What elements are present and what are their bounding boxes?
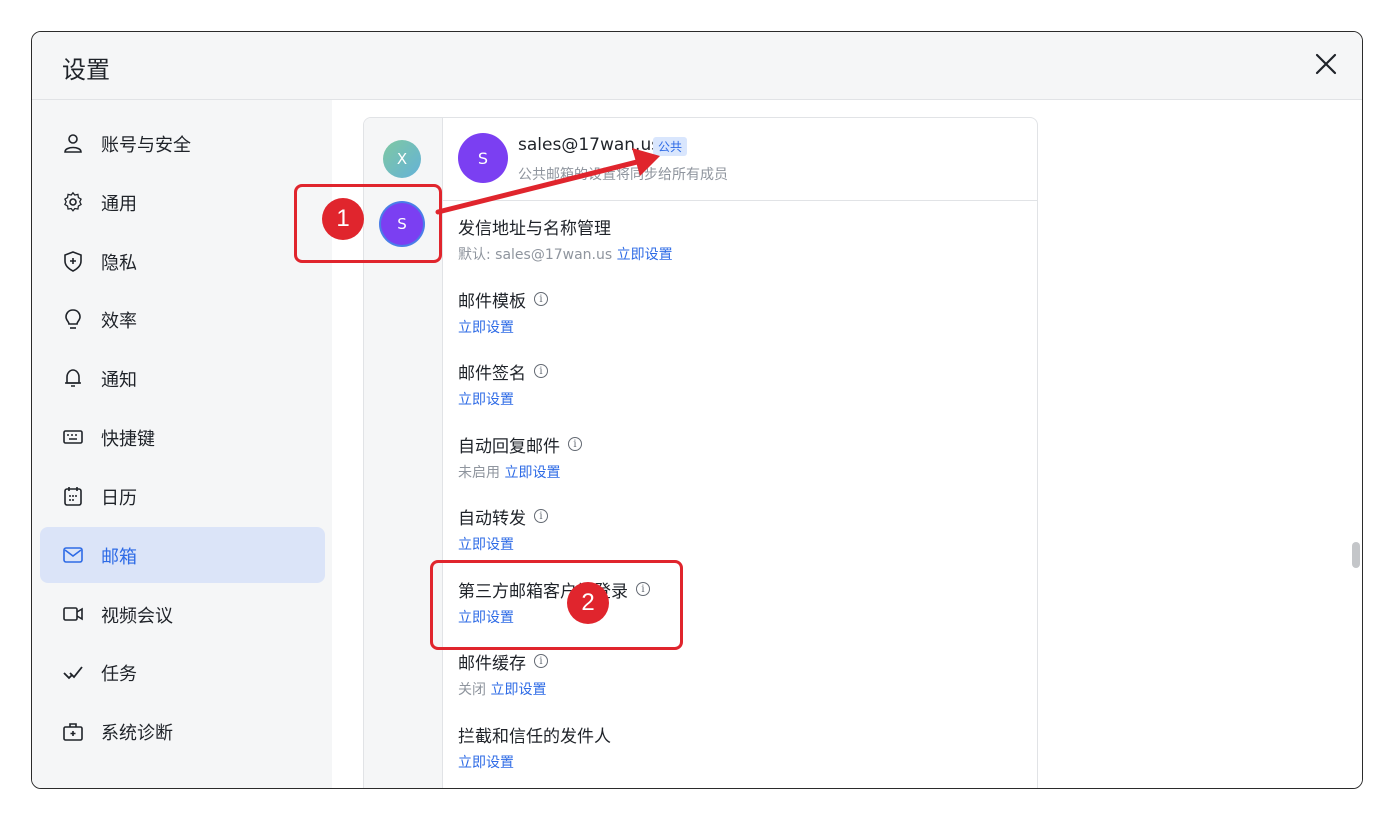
setup-link[interactable]: 立即设置 — [458, 537, 514, 553]
setting-auto-forward: 自动转发 i 立即设置 — [458, 504, 1018, 554]
info-icon[interactable]: i — [534, 654, 548, 668]
sidebar-item-label: 日历 — [101, 488, 137, 509]
info-icon[interactable]: i — [568, 437, 582, 451]
user-icon — [64, 134, 82, 153]
setup-link[interactable]: 立即设置 — [458, 755, 514, 771]
keyboard-icon — [63, 430, 83, 444]
sidebar-item-label: 效率 — [101, 311, 137, 332]
title-bar: 设置 — [32, 32, 1362, 100]
setting-title: 发信地址与名称管理 — [458, 218, 611, 239]
settings-sidebar: 账号与安全 通用 隐私 效率 通知 快捷键 日历 邮箱 视频会议 任务 系统诊断 — [32, 100, 332, 788]
sidebar-item-label: 邮箱 — [101, 547, 137, 568]
setting-title: 邮件签名 — [458, 363, 526, 384]
setup-link[interactable]: 立即设置 — [617, 247, 673, 263]
setting-mail-template: 邮件模板 i 立即设置 — [458, 287, 1018, 337]
calendar-icon — [64, 487, 82, 506]
toolbox-icon — [63, 723, 83, 741]
setting-sender-address: 发信地址与名称管理 默认: sales@17wan.us 立即设置 — [458, 214, 1018, 264]
scrollbar-thumb[interactable] — [1352, 542, 1360, 568]
info-icon[interactable]: i — [534, 364, 548, 378]
setup-link[interactable]: 立即设置 — [458, 320, 514, 336]
sidebar-item-mailbox[interactable]: 邮箱 — [40, 527, 325, 583]
setting-signature: 邮件签名 i 立即设置 — [458, 359, 1018, 409]
setting-status: 默认: sales@17wan.us — [458, 247, 613, 263]
annotation-box-1 — [294, 184, 442, 263]
sidebar-item-label: 账号与安全 — [101, 135, 191, 156]
avatar: S — [458, 133, 508, 183]
setting-blocked-trusted-senders: 拦截和信任的发件人 立即设置 — [458, 722, 1018, 772]
sidebar-item-video-meeting[interactable]: 视频会议 — [40, 586, 325, 642]
sidebar-item-notifications[interactable]: 通知 — [40, 350, 325, 406]
setting-auto-reply: 自动回复邮件 i 未启用 立即设置 — [458, 432, 1018, 482]
sidebar-item-label: 视频会议 — [101, 606, 173, 627]
setup-link[interactable]: 立即设置 — [458, 392, 514, 408]
sidebar-item-shortcuts[interactable]: 快捷键 — [40, 409, 325, 465]
sidebar-item-calendar[interactable]: 日历 — [40, 468, 325, 524]
sidebar-item-general[interactable]: 通用 — [40, 174, 325, 230]
sidebar-item-label: 快捷键 — [101, 429, 155, 450]
lightbulb-icon — [65, 309, 81, 329]
setting-mail-cache: 邮件缓存 i 关闭 立即设置 — [458, 649, 1018, 699]
sidebar-item-label: 通知 — [101, 370, 137, 391]
mailbox-header: S sales@17wan.us 公共 公共邮箱的设置将同步给所有成员 — [443, 118, 1037, 201]
setting-title: 邮件缓存 — [458, 653, 526, 674]
info-icon[interactable]: i — [534, 292, 548, 306]
account-avatar-x[interactable]: X — [383, 140, 421, 178]
video-icon — [63, 607, 83, 621]
sidebar-item-label: 任务 — [101, 664, 137, 685]
gear-icon — [64, 191, 82, 212]
setting-title: 邮件模板 — [458, 291, 526, 312]
sidebar-item-label: 隐私 — [101, 253, 137, 274]
setup-link[interactable]: 立即设置 — [504, 465, 560, 481]
setting-status: 未启用 — [458, 465, 500, 481]
annotation-box-2 — [430, 560, 683, 650]
task-check-icon — [63, 666, 83, 680]
sidebar-item-efficiency[interactable]: 效率 — [40, 291, 325, 347]
sidebar-item-account-security[interactable]: 账号与安全 — [40, 115, 325, 171]
close-icon[interactable] — [1312, 50, 1340, 78]
setup-link[interactable]: 立即设置 — [490, 682, 546, 698]
sidebar-item-tasks[interactable]: 任务 — [40, 644, 325, 700]
bell-icon — [65, 369, 81, 387]
mail-icon — [63, 547, 83, 563]
sidebar-item-label: 系统诊断 — [101, 723, 173, 744]
setting-title: 拦截和信任的发件人 — [458, 726, 611, 747]
mailbox-settings-panel: X S S sales@17wan.us 公共 公共邮箱的设置将同步给所有成员 … — [363, 117, 1038, 788]
info-icon[interactable]: i — [534, 509, 548, 523]
setting-status: 关闭 — [458, 682, 486, 698]
sidebar-item-label: 通用 — [101, 194, 137, 215]
annotation-number-2: 2 — [567, 582, 609, 624]
setting-title: 自动转发 — [458, 508, 526, 529]
setting-title: 自动回复邮件 — [458, 436, 560, 457]
settings-dialog: 设置 账号与安全 通用 隐私 效率 通知 快捷键 日历 邮箱 视频会议 任务 系… — [31, 31, 1363, 789]
dialog-title: 设置 — [62, 56, 110, 84]
sidebar-item-privacy[interactable]: 隐私 — [40, 233, 325, 289]
shield-icon — [64, 251, 82, 272]
sidebar-item-diagnostics[interactable]: 系统诊断 — [40, 703, 325, 759]
mailbox-email: sales@17wan.us — [518, 135, 661, 155]
mailbox-subtitle: 公共邮箱的设置将同步给所有成员 — [518, 167, 728, 183]
settings-content: X S S sales@17wan.us 公共 公共邮箱的设置将同步给所有成员 … — [332, 100, 1362, 788]
annotation-number-1: 1 — [322, 198, 364, 240]
public-badge: 公共 — [653, 137, 688, 156]
